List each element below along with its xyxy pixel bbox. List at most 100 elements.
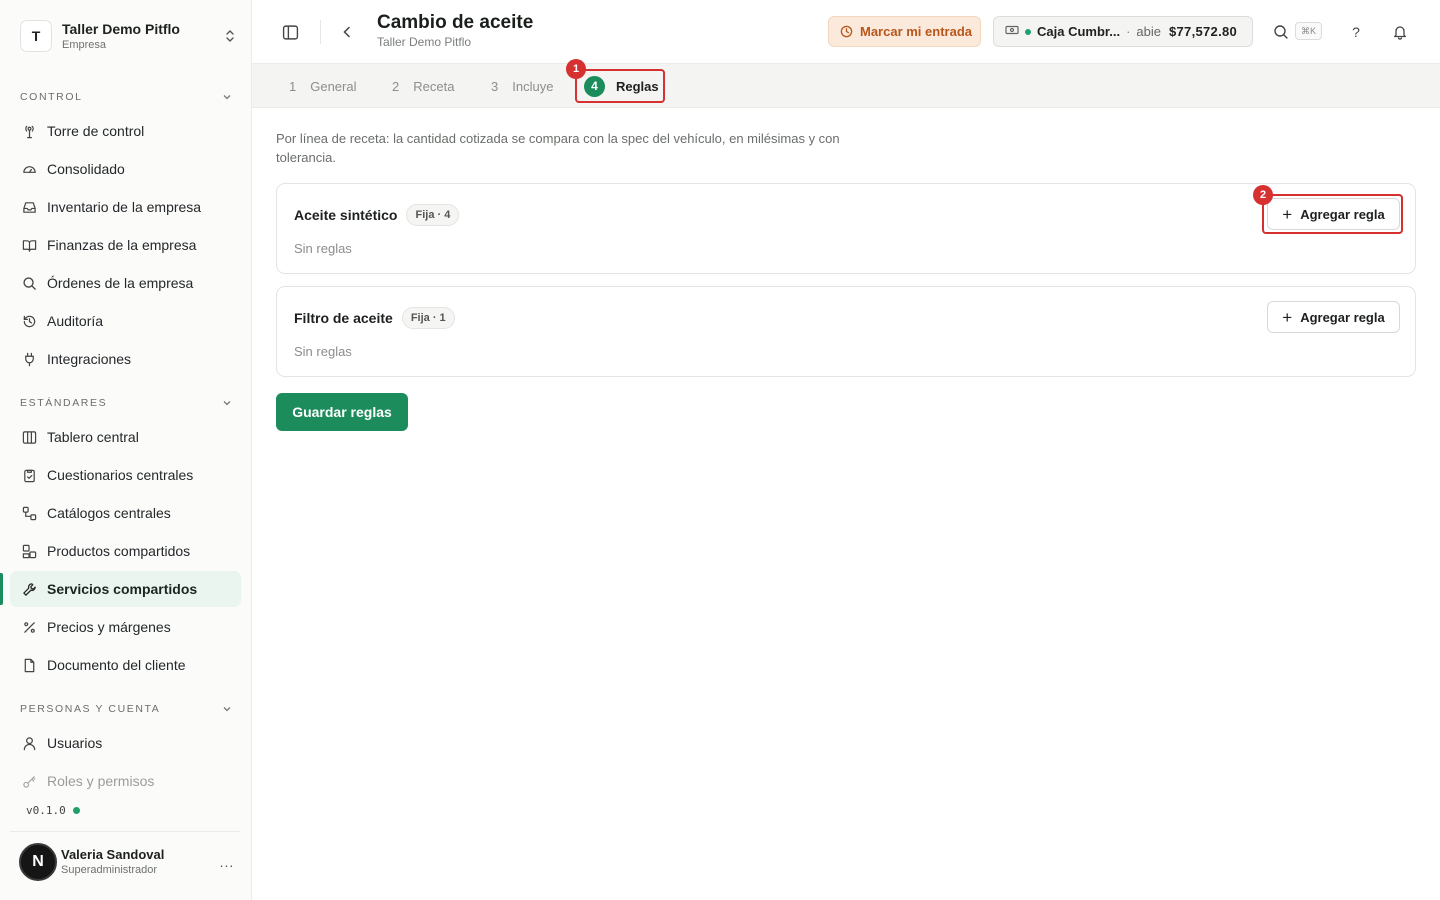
tab-incluye[interactable]: 3 Incluye xyxy=(491,71,553,101)
boxes-icon xyxy=(21,543,37,559)
step-label: General xyxy=(310,78,357,94)
plus-icon: + xyxy=(1282,307,1293,327)
sidebar-item-label: Roles y permisos xyxy=(47,773,155,789)
sidebar-item-label: Consolidado xyxy=(47,161,125,177)
clock-in-button[interactable]: Marcar mi entrada xyxy=(828,16,981,47)
sidebar-item-inventario[interactable]: Inventario de la empresa xyxy=(10,189,241,225)
divider xyxy=(320,20,321,44)
sidebar-item-usuarios[interactable]: Usuarios xyxy=(10,725,241,761)
sidebar-item-label: Auditoría xyxy=(47,313,104,329)
clipboard-check-icon xyxy=(21,467,37,483)
status-dot xyxy=(1025,28,1031,35)
step-label: Incluye xyxy=(512,78,554,94)
cash-register-selector[interactable]: Caja Cumbr... · abie $77,572.80 xyxy=(993,16,1253,47)
app-version: v0.1.0 xyxy=(26,804,80,817)
section-personas-header[interactable]: PERSONAS Y CUENTA xyxy=(20,701,232,717)
sidebar-toggle-icon xyxy=(282,24,298,40)
separator: · xyxy=(1126,24,1131,39)
sidebar-item-label: Cuestionarios centrales xyxy=(47,467,194,483)
percent-icon xyxy=(21,619,37,635)
notifications-button[interactable] xyxy=(1385,17,1415,47)
step-number: 3 xyxy=(491,78,499,94)
bell-icon xyxy=(1394,26,1406,40)
inbox-icon xyxy=(21,199,37,215)
org-name: Taller Demo Pitflo xyxy=(62,20,180,37)
add-rule-button[interactable]: + Agregar regla xyxy=(1267,301,1400,333)
sidebar-item-ordenes[interactable]: Órdenes de la empresa xyxy=(10,265,241,301)
empty-state: Sin reglas xyxy=(294,344,352,359)
chevron-left-icon xyxy=(343,26,350,38)
toggle-sidebar-button[interactable] xyxy=(275,17,305,47)
sidebar-item-cuestionarios[interactable]: Cuestionarios centrales xyxy=(10,457,241,493)
user-icon xyxy=(21,735,37,751)
cash-register-status: abie xyxy=(1136,24,1161,39)
add-rule-label: Agregar regla xyxy=(1300,309,1385,325)
sidebar-item-finanzas[interactable]: Finanzas de la empresa xyxy=(10,227,241,263)
tab-receta[interactable]: 2 Receta xyxy=(392,71,454,101)
sidebar-item-label: Precios y márgenes xyxy=(47,619,171,635)
gauge-icon xyxy=(21,161,37,177)
sidebar-item-productos[interactable]: Productos compartidos xyxy=(10,533,241,569)
user-name: Valeria Sandoval xyxy=(61,846,165,862)
plug-icon xyxy=(21,351,37,367)
chevron-down-icon xyxy=(223,95,231,100)
chevron-down-icon xyxy=(223,707,231,712)
sidebar-item-label: Integraciones xyxy=(47,351,132,367)
step-number: 2 xyxy=(392,78,400,94)
search-shortcut-hint: ⌘K xyxy=(1295,22,1323,40)
history-icon xyxy=(21,313,37,329)
sidebar: T Taller Demo Pitflo Empresa CONTROL Tor… xyxy=(0,0,252,900)
section-control-label: CONTROL xyxy=(20,91,83,103)
back-button[interactable] xyxy=(332,17,362,47)
sidebar-item-label: Productos compartidos xyxy=(47,543,191,559)
save-rules-button[interactable]: Guardar reglas xyxy=(276,393,408,431)
sidebar-item-documento[interactable]: Documento del cliente xyxy=(10,647,241,683)
rule-line-name: Filtro de aceite xyxy=(294,310,393,326)
tab-general[interactable]: 1 General xyxy=(289,71,356,101)
user-role: Superadministrador xyxy=(61,863,157,876)
org-type: Empresa xyxy=(62,38,107,51)
search-icon xyxy=(21,275,37,291)
empty-state: Sin reglas xyxy=(294,241,352,256)
step-label: Reglas xyxy=(616,78,659,94)
rule-card: Aceite sintético Fija · 4 Sin reglas + A… xyxy=(276,183,1416,274)
step-label: Receta xyxy=(413,78,455,94)
sidebar-item-label: Órdenes de la empresa xyxy=(47,275,194,291)
page-subtitle: Taller Demo Pitflo xyxy=(377,35,472,49)
sidebar-item-consolidado[interactable]: Consolidado xyxy=(10,151,241,187)
sidebar-item-label: Usuarios xyxy=(47,735,103,751)
sidebar-item-label: Catálogos centrales xyxy=(47,505,171,521)
search-button[interactable] xyxy=(1266,17,1296,47)
quantity-badge: Fija · 1 xyxy=(401,307,455,329)
status-dot xyxy=(72,807,80,814)
sidebar-item-integraciones[interactable]: Integraciones xyxy=(10,341,241,377)
user-menu[interactable]: N Valeria Sandoval Superadministrador ..… xyxy=(19,842,237,882)
org-switcher[interactable]: T Taller Demo Pitflo Empresa xyxy=(20,18,236,54)
sidebar-item-tablero[interactable]: Tablero central xyxy=(10,419,241,455)
add-rule-button[interactable]: + Agregar regla xyxy=(1267,198,1400,230)
sidebar-item-catalogos[interactable]: Catálogos centrales xyxy=(10,495,241,531)
tab-reglas[interactable]: 4 Reglas xyxy=(584,71,659,101)
sidebar-item-roles[interactable]: Roles y permisos xyxy=(10,763,241,799)
more-icon[interactable]: ... xyxy=(217,854,237,870)
step-number: 4 xyxy=(584,75,605,97)
org-avatar: T xyxy=(20,20,52,52)
version-label: v0.1.0 xyxy=(26,804,66,817)
section-control-header[interactable]: CONTROL xyxy=(20,89,232,105)
add-rule-label: Agregar regla xyxy=(1300,206,1385,222)
active-indicator xyxy=(0,573,3,605)
annotation-badge: 1 xyxy=(566,59,586,79)
section-estandares-header[interactable]: ESTÁNDARES xyxy=(20,395,232,411)
sidebar-item-label: Documento del cliente xyxy=(47,657,186,673)
sidebar-item-torre[interactable]: Torre de control xyxy=(10,113,241,149)
sidebar-item-precios[interactable]: Precios y márgenes xyxy=(10,609,241,645)
book-open-icon xyxy=(21,237,37,253)
chevrons-up-down-icon xyxy=(224,29,236,43)
wizard-steps: 1 General 2 Receta 3 Incluye 4 Reglas xyxy=(252,64,1440,108)
clock-icon xyxy=(840,25,853,38)
sidebar-item-auditoria[interactable]: Auditoría xyxy=(10,303,241,339)
annotation-badge: 2 xyxy=(1253,185,1273,205)
help-button[interactable]: ? xyxy=(1341,17,1371,47)
cash-register-amount: $77,572.80 xyxy=(1169,24,1238,39)
sidebar-item-servicios[interactable]: Servicios compartidos xyxy=(10,571,241,607)
